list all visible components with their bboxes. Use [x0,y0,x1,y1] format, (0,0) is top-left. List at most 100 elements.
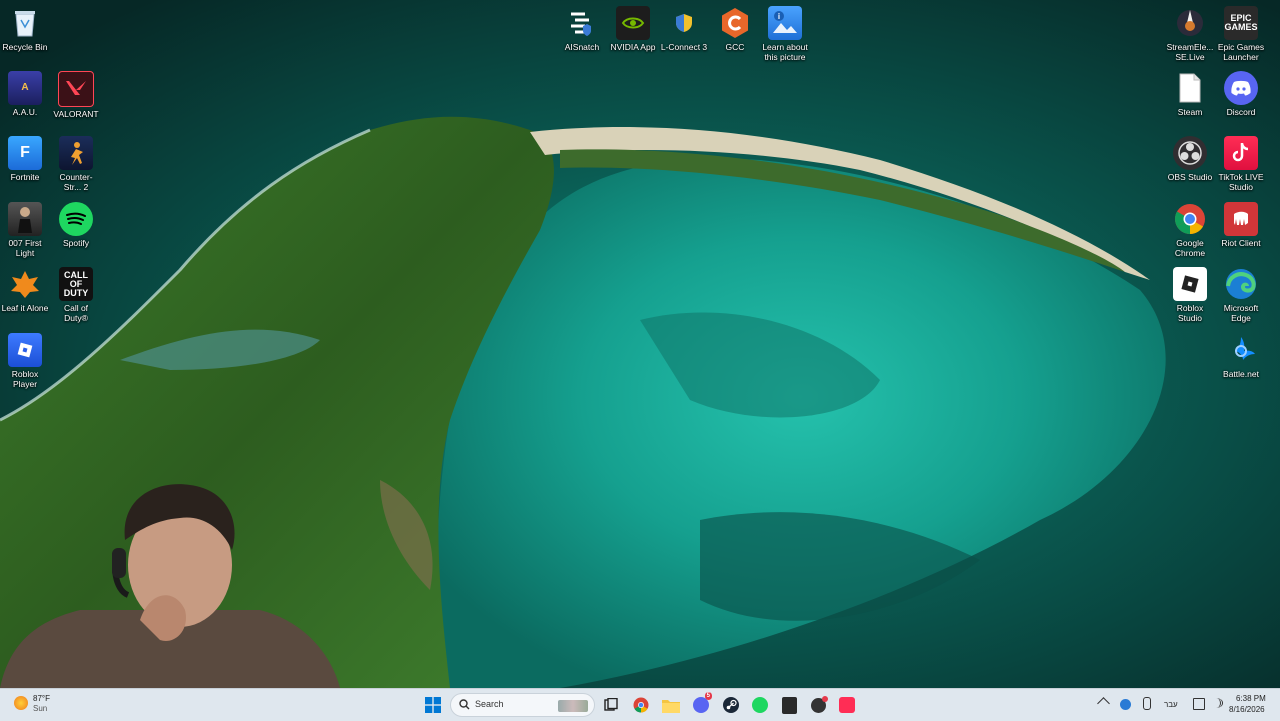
desktop-icon-label: L-Connect 3 [660,42,708,52]
desktop-icon-label: Steam [1177,107,1203,117]
desktop-icon-riot-client[interactable]: Riot Client [1216,202,1266,248]
desktop-icon-aau[interactable]: A A.A.U. [0,71,50,117]
input-language-indicator[interactable]: עבר [1164,700,1178,709]
riot-client-icon [1224,202,1258,236]
desktop-icon-label: OBS Studio [1167,172,1213,182]
windows-icon [425,697,441,713]
taskbar-search[interactable]: Search [450,693,595,717]
desktop-icon-label: Roblox Studio [1176,303,1204,323]
desktop-icon-label: Fortnite [10,172,40,182]
desktop-icon-label: GCC [725,42,745,52]
desktop-icon-label: Google Chrome [1174,238,1206,258]
taskbar-epic-games[interactable] [777,693,801,717]
taskbar: 87°F Sun Search 5 עבר 6:38 PM 8/16/2026 [0,688,1280,721]
desktop-icon-007-first-light[interactable]: 007 First Light [0,202,50,258]
valorant-icon [58,71,94,107]
desktop-icon-label: NVIDIA App [610,42,656,52]
desktop-icon-label: A.A.U. [12,107,38,117]
volume-icon[interactable] [1210,698,1223,708]
tiktok-live-icon [1224,136,1258,170]
weather-condition: Sun [33,704,48,713]
desktop-icon-label: Microsoft Edge [1223,303,1259,323]
steam-file-icon [1173,71,1207,105]
desktop-icon-valorant[interactable]: VALORANT [51,71,101,119]
weather-sun-icon [14,696,28,710]
desktop-icon-learn-about-picture[interactable]: i Learn about this picture [760,6,810,62]
start-button[interactable] [421,693,445,717]
fortnite-icon: F [8,136,42,170]
chrome-icon [633,697,649,713]
desktop-icon-call-of-duty[interactable]: CALL OF DUTY Call of Duty® [51,267,101,323]
desktop-icon-label: Discord [1226,107,1256,117]
desktop-icon-streamelements[interactable]: StreamEle... SE.Live [1165,6,1215,62]
weather-temp: 87°F [33,694,50,703]
taskbar-discord[interactable]: 5 [689,692,713,717]
desktop-icon-battlenet[interactable]: Battle.net [1216,333,1266,379]
file-explorer-icon [662,699,680,713]
desktop-icon-gcc[interactable]: GCC [710,6,760,52]
edge-icon [1224,267,1258,301]
desktop-icon-roblox-studio[interactable]: Roblox Studio [1165,267,1215,323]
task-view-button[interactable] [599,693,623,717]
epic-games-icon [781,696,797,714]
desktop-icon-label: Spotify [63,238,89,248]
desktop-icon-label: VALORANT [53,109,99,119]
desktop-icon-nvidia-app[interactable]: NVIDIA App [608,6,658,52]
taskbar-file-explorer[interactable] [659,693,683,717]
counter-strike-icon [59,136,93,170]
leaf-it-alone-icon [8,267,42,301]
desktop-icon-leaf-it-alone[interactable]: Leaf it Alone [0,267,50,313]
desktop-icon-label: TikTok LIVE Studio [1218,172,1264,192]
network-icon[interactable] [1193,698,1205,710]
discord-icon [1224,71,1258,105]
taskbar-steam[interactable] [719,693,743,717]
desktop-icon-google-chrome[interactable]: Google Chrome [1165,202,1215,258]
desktop-icon-label: AISnatch [564,42,600,52]
desktop-icon-label: 007 First Light [8,238,42,258]
nvidia-app-icon [616,6,650,40]
desktop-icon-counter-strike[interactable]: Counter-Str... 2 [51,136,101,192]
epic-games-icon: EPIC GAMES [1224,6,1258,40]
clock-time[interactable]: 6:38 PM [1236,694,1266,703]
desktop-icon-tiktok-live[interactable]: TikTok LIVE Studio [1216,136,1266,192]
chrome-icon [1173,202,1207,236]
desktop-icon-l-connect[interactable]: L-Connect 3 [659,6,709,52]
desktop-icon-label: Counter-Str... 2 [59,172,93,192]
learn-about-picture-icon: i [768,6,802,40]
clock-date[interactable]: 8/16/2026 [1229,705,1265,714]
desktop-icon-obs-studio[interactable]: OBS Studio [1165,136,1215,182]
spotify-icon [59,202,93,236]
steam-icon [723,697,739,713]
desktop-icon-recycle-bin[interactable]: Recycle Bin [0,6,50,52]
desktop-icon-label: Battle.net [1223,369,1259,379]
task-view-icon [604,698,618,711]
streamelements-icon [1173,6,1207,40]
taskbar-app[interactable] [806,693,830,717]
desktop-icon-discord[interactable]: Discord [1216,71,1266,117]
desktop-icon-label: Riot Client [1221,238,1261,248]
taskbar-spotify[interactable] [748,693,772,717]
desktop-icon-microsoft-edge[interactable]: Microsoft Edge [1216,267,1266,323]
desktop-icon-steam[interactable]: Steam [1165,71,1215,117]
search-icon [459,699,470,710]
desktop-icon-label: Call of Duty® [63,303,89,323]
weather-widget[interactable]: 87°F Sun [14,694,64,716]
desktop-icon-label: StreamEle... SE.Live [1166,42,1214,62]
microphone-icon[interactable] [1143,697,1151,710]
taskbar-tiktok[interactable] [835,693,859,717]
aau-icon: A [8,71,42,105]
spotify-icon [752,697,768,713]
desktop-icon-label: Roblox Player [11,369,39,389]
desktop-icon-spotify[interactable]: Spotify [51,202,101,248]
security-tray-icon[interactable] [1120,699,1131,710]
007-first-light-icon [8,202,42,236]
desktop-icon-fortnite[interactable]: F Fortnite [0,136,50,182]
call-of-duty-icon: CALL OF DUTY [59,267,93,301]
desktop-icon-epic-games[interactable]: EPIC GAMES Epic Games Launcher [1216,6,1266,62]
desktop-icon-aisnatch[interactable]: AISnatch [557,6,607,52]
webcam-overlay [0,484,340,688]
taskbar-chrome[interactable] [629,693,653,717]
app-icon [810,695,828,713]
desktop-icon-roblox-player[interactable]: Roblox Player [0,333,50,389]
show-hidden-icons-chevron-icon[interactable] [1097,697,1110,710]
